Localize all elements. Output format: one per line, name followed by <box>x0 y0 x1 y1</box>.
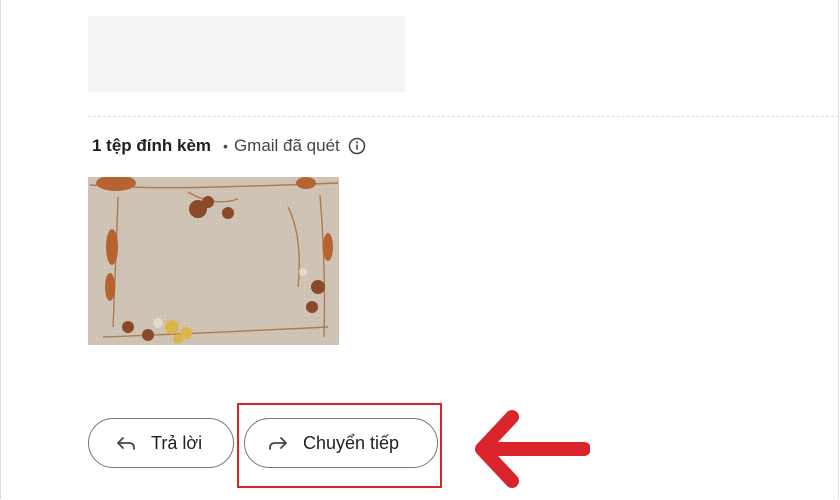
attachment-thumbnail[interactable] <box>88 177 339 345</box>
reply-button[interactable]: Trả lời <box>88 418 234 468</box>
attachments-header: 1 tệp đính kèm • Gmail đã quét <box>92 135 366 157</box>
forward-arrow-icon <box>267 432 289 454</box>
left-arrow-icon <box>472 407 591 491</box>
info-icon[interactable] <box>348 137 366 155</box>
reply-label: Trả lời <box>151 432 203 453</box>
separator-dot: • <box>223 138 228 154</box>
forward-button[interactable]: Chuyển tiếp <box>244 418 438 468</box>
scan-status: Gmail đã quét <box>233 136 340 155</box>
attachment-count: 1 tệp đính kèm <box>92 136 212 155</box>
section-divider <box>88 116 839 117</box>
reply-arrow-icon <box>115 432 137 454</box>
forward-label: Chuyển tiếp <box>303 432 400 453</box>
email-body-placeholder <box>88 16 405 92</box>
